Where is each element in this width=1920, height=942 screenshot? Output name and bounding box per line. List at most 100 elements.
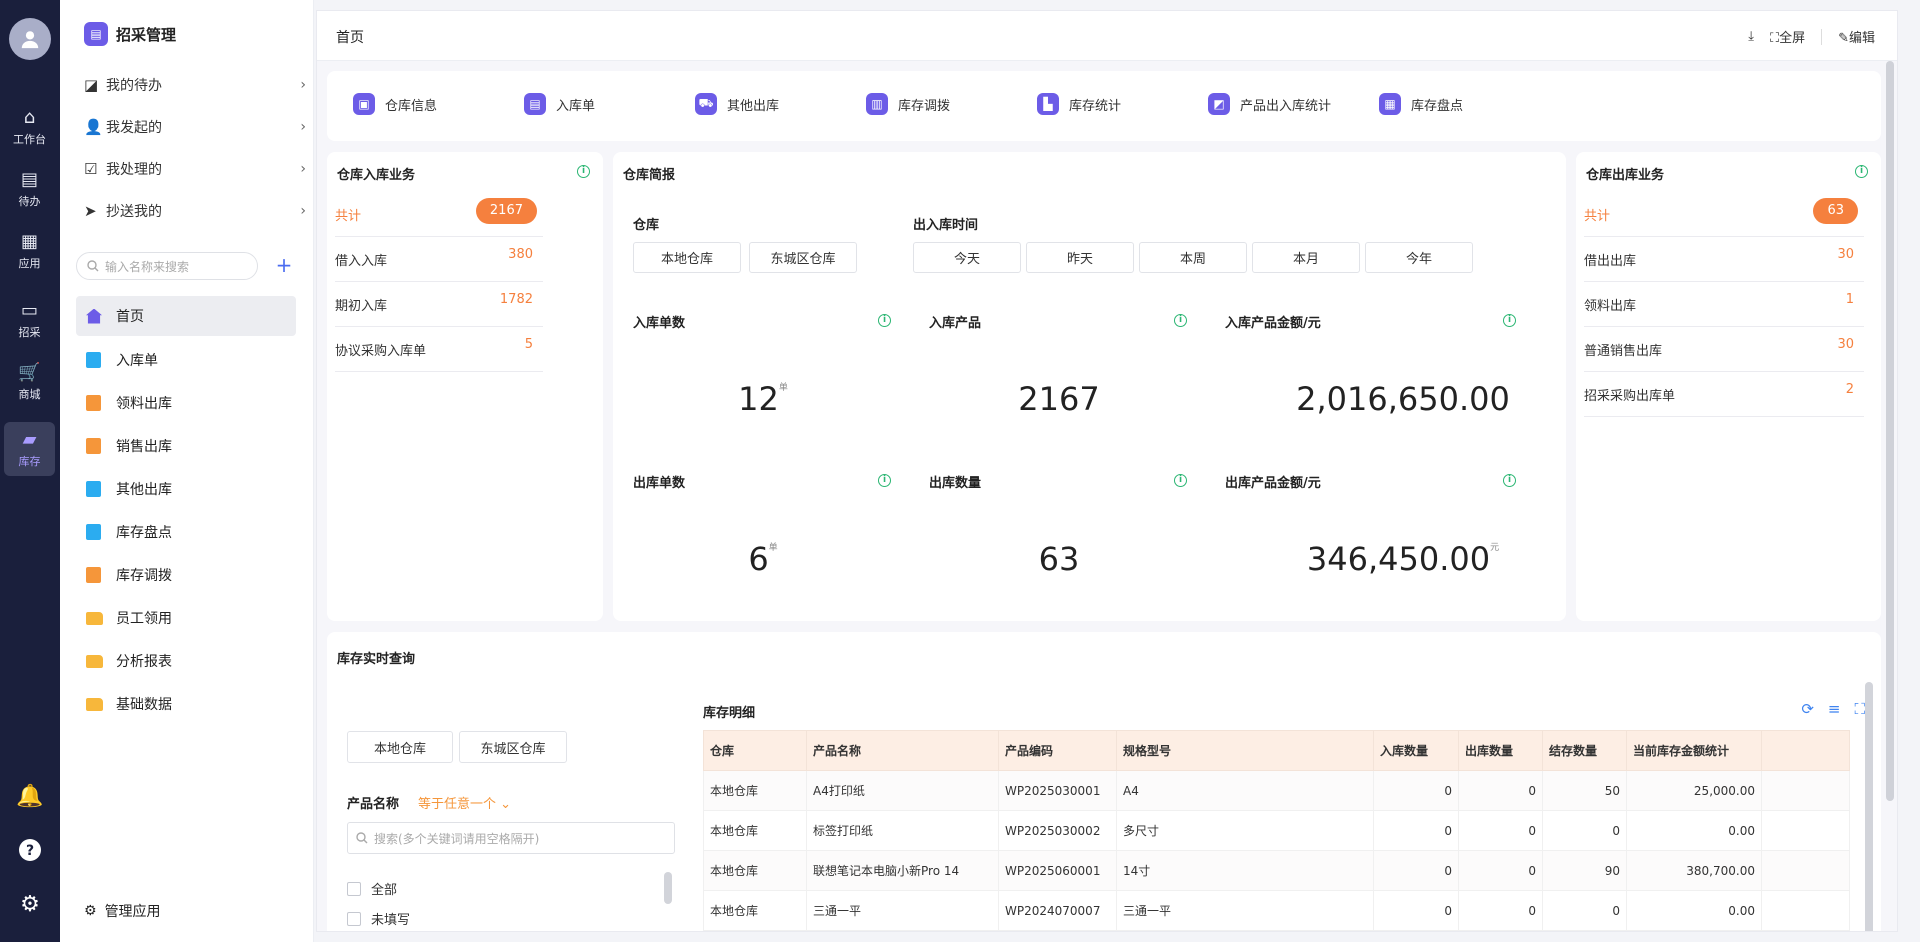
quick-link-stocktake[interactable]: ▦ 库存盘点 bbox=[1379, 93, 1463, 115]
table-row[interactable]: 本地仓库 联想笔记本电脑小新Pro 14 WP2025060001 14寸 0 … bbox=[703, 850, 1850, 891]
nav-item-material-out[interactable]: 领料出库 bbox=[76, 383, 296, 423]
outbound-business-card: 仓库出库业务 i 共计 63 借出出库 30 领料出库 1 普通销售出库 30 … bbox=[1576, 152, 1881, 621]
outbound-row[interactable]: 领料出库 1 bbox=[1584, 282, 1864, 327]
folder-icon bbox=[86, 697, 103, 711]
quick-link-warehouse-info[interactable]: ▣ 仓库信息 bbox=[353, 93, 437, 115]
row-label: 招采采购出库单 bbox=[1584, 388, 1676, 404]
info-icon[interactable]: i bbox=[1174, 314, 1187, 327]
warehouse-option-dongcheng[interactable]: 东城区仓库 bbox=[749, 242, 857, 273]
warehouse-option-local[interactable]: 本地仓库 bbox=[347, 731, 453, 763]
nav-item-basic-data[interactable]: 基础数据 bbox=[76, 684, 296, 724]
filter-operator-dropdown[interactable]: 等于任意一个 ⌄ bbox=[418, 793, 511, 812]
quick-link-product-stats[interactable]: ◩ 产品出入库统计 bbox=[1208, 93, 1331, 115]
column-header-empty bbox=[1761, 730, 1850, 771]
outbound-row[interactable]: 普通销售出库 30 bbox=[1584, 327, 1864, 372]
help-icon[interactable]: ? bbox=[0, 838, 60, 868]
quick-link-other-out[interactable]: ⛟ 其他出库 bbox=[695, 93, 779, 115]
page-scrollbar[interactable] bbox=[1886, 61, 1894, 801]
menu-icon[interactable]: ≡ bbox=[1828, 700, 1841, 718]
card-title: 仓库入库业务 bbox=[337, 168, 416, 183]
time-option-yesterday[interactable]: 昨天 bbox=[1026, 242, 1134, 273]
menu-todo-mine[interactable]: ◪ 我的待办 › bbox=[84, 70, 342, 100]
rail-item-todo[interactable]: ▤ 待办 bbox=[4, 162, 55, 216]
rail-item-label: 应用 bbox=[18, 256, 41, 270]
nav-item-inbound[interactable]: 入库单 bbox=[76, 340, 296, 380]
folder-icon bbox=[86, 654, 103, 668]
time-option-week[interactable]: 本周 bbox=[1139, 242, 1247, 273]
rail-item-procurement[interactable]: ▭ 招采 bbox=[4, 293, 55, 347]
rail-item-label: 库存 bbox=[18, 454, 41, 468]
quick-link-inbound[interactable]: ▤ 入库单 bbox=[524, 93, 595, 115]
rail-item-workbench[interactable]: ⌂ 工作台 bbox=[4, 100, 55, 154]
fullscreen-button[interactable]: ⛶全屏 bbox=[1770, 27, 1805, 46]
column-header[interactable]: 规格型号 bbox=[1116, 730, 1374, 771]
info-icon[interactable]: i bbox=[878, 314, 891, 327]
info-icon[interactable]: i bbox=[577, 165, 590, 178]
info-icon[interactable]: i bbox=[878, 474, 891, 487]
rail-item-apps[interactable]: ▦ 应用 bbox=[4, 224, 55, 278]
info-icon[interactable]: i bbox=[1855, 165, 1868, 178]
info-icon[interactable]: i bbox=[1503, 474, 1516, 487]
quick-link-label: 库存统计 bbox=[1069, 98, 1122, 114]
time-option-month[interactable]: 本月 bbox=[1252, 242, 1360, 273]
app-title-text: 招采管理 bbox=[116, 25, 177, 44]
column-header[interactable]: 结存数量 bbox=[1542, 730, 1627, 771]
option-all-checkbox[interactable]: 全部 bbox=[347, 879, 397, 898]
table-row[interactable]: 本地仓库 三通一平 WP2024070007 三通一平 0 0 0 0.00 bbox=[703, 890, 1850, 931]
quick-link-stock-stats[interactable]: ▙ 库存统计 bbox=[1037, 93, 1121, 115]
nav-item-other-out[interactable]: 其他出库 bbox=[76, 469, 296, 509]
menu-todo-cc[interactable]: ➤ 抄送我的 › bbox=[84, 196, 342, 226]
edit-button[interactable]: ✎编辑 bbox=[1838, 27, 1875, 46]
nav-item-sales-out[interactable]: 销售出库 bbox=[76, 426, 296, 466]
column-header[interactable]: 入库数量 bbox=[1373, 730, 1459, 771]
column-header[interactable]: 产品编码 bbox=[998, 730, 1117, 771]
keyword-search-input[interactable]: 搜索(多个关键词请用空格隔开) bbox=[347, 822, 675, 854]
form-icon bbox=[86, 524, 101, 540]
expand-icon[interactable]: ⛶ bbox=[1854, 700, 1865, 718]
warehouse-filter-label: 仓库 bbox=[633, 218, 660, 233]
inbound-row[interactable]: 协议采购入库单 5 bbox=[335, 327, 543, 372]
nav-item-employee-use[interactable]: 员工领用 bbox=[76, 598, 296, 638]
warehouse-option-dongcheng[interactable]: 东城区仓库 bbox=[459, 731, 567, 763]
rail-item-mall[interactable]: 🛒 商城 bbox=[4, 355, 55, 409]
menu-todo-initiated[interactable]: 👤 我发起的 › bbox=[84, 112, 342, 142]
menu-todo-handled[interactable]: ☑ 我处理的 › bbox=[84, 154, 342, 184]
download-icon[interactable]: ⤓ bbox=[1748, 29, 1754, 44]
column-header[interactable]: 当前库存金额统计 bbox=[1626, 730, 1762, 771]
realtime-scrollbar[interactable] bbox=[1865, 682, 1873, 931]
checkbox[interactable] bbox=[347, 881, 361, 896]
user-avatar[interactable] bbox=[9, 18, 51, 60]
chevron-right-icon: › bbox=[300, 161, 306, 177]
nav-item-transfer[interactable]: 库存调拨 bbox=[76, 555, 296, 595]
settings-gear-icon[interactable]: ⚙ bbox=[0, 892, 60, 917]
outbound-row[interactable]: 招采采购出库单 2 bbox=[1584, 372, 1864, 417]
info-icon[interactable]: i bbox=[1174, 474, 1187, 487]
quick-link-transfer[interactable]: ▥ 库存调拨 bbox=[866, 93, 950, 115]
rail-item-inventory[interactable]: ▰ 库存 bbox=[4, 422, 55, 476]
manage-app-button[interactable]: ⚙ 管理应用 bbox=[84, 901, 161, 921]
table-row[interactable]: 本地仓库 A4打印纸 WP2025030001 A4 0 0 50 25,000… bbox=[703, 770, 1850, 811]
stat-outbound-quantity: 63 bbox=[929, 540, 1189, 578]
info-icon[interactable]: i bbox=[1503, 314, 1516, 327]
inbound-row[interactable]: 借入入库 380 bbox=[335, 237, 543, 282]
options-scrollbar[interactable] bbox=[664, 872, 672, 904]
nav-item-stocktake[interactable]: 库存盘点 bbox=[76, 512, 296, 552]
warehouse-option-local[interactable]: 本地仓库 bbox=[633, 242, 741, 273]
option-empty-checkbox[interactable]: 未填写 bbox=[347, 909, 410, 928]
user-icon bbox=[21, 31, 39, 49]
inbound-row[interactable]: 期初入库 1782 bbox=[335, 282, 543, 327]
checkbox[interactable] bbox=[347, 911, 361, 926]
add-button[interactable]: + bbox=[272, 252, 296, 280]
nav-item-reports[interactable]: 分析报表 bbox=[76, 641, 296, 681]
column-header[interactable]: 产品名称 bbox=[806, 730, 999, 771]
menu-search-input[interactable]: 输入名称来搜索 bbox=[76, 252, 258, 280]
nav-item-home[interactable]: 首页 bbox=[76, 296, 296, 336]
time-option-year[interactable]: 今年 bbox=[1365, 242, 1473, 273]
column-header[interactable]: 出库数量 bbox=[1458, 730, 1543, 771]
time-option-today[interactable]: 今天 bbox=[913, 242, 1021, 273]
outbound-row[interactable]: 借出出库 30 bbox=[1584, 237, 1864, 282]
refresh-icon[interactable]: ⟳ bbox=[1801, 700, 1814, 718]
bell-icon[interactable]: 🔔 bbox=[0, 784, 60, 809]
column-header[interactable]: 仓库 bbox=[703, 730, 807, 771]
table-row[interactable]: 本地仓库 标签打印纸 WP2025030002 多尺寸 0 0 0 0.00 bbox=[703, 810, 1850, 851]
